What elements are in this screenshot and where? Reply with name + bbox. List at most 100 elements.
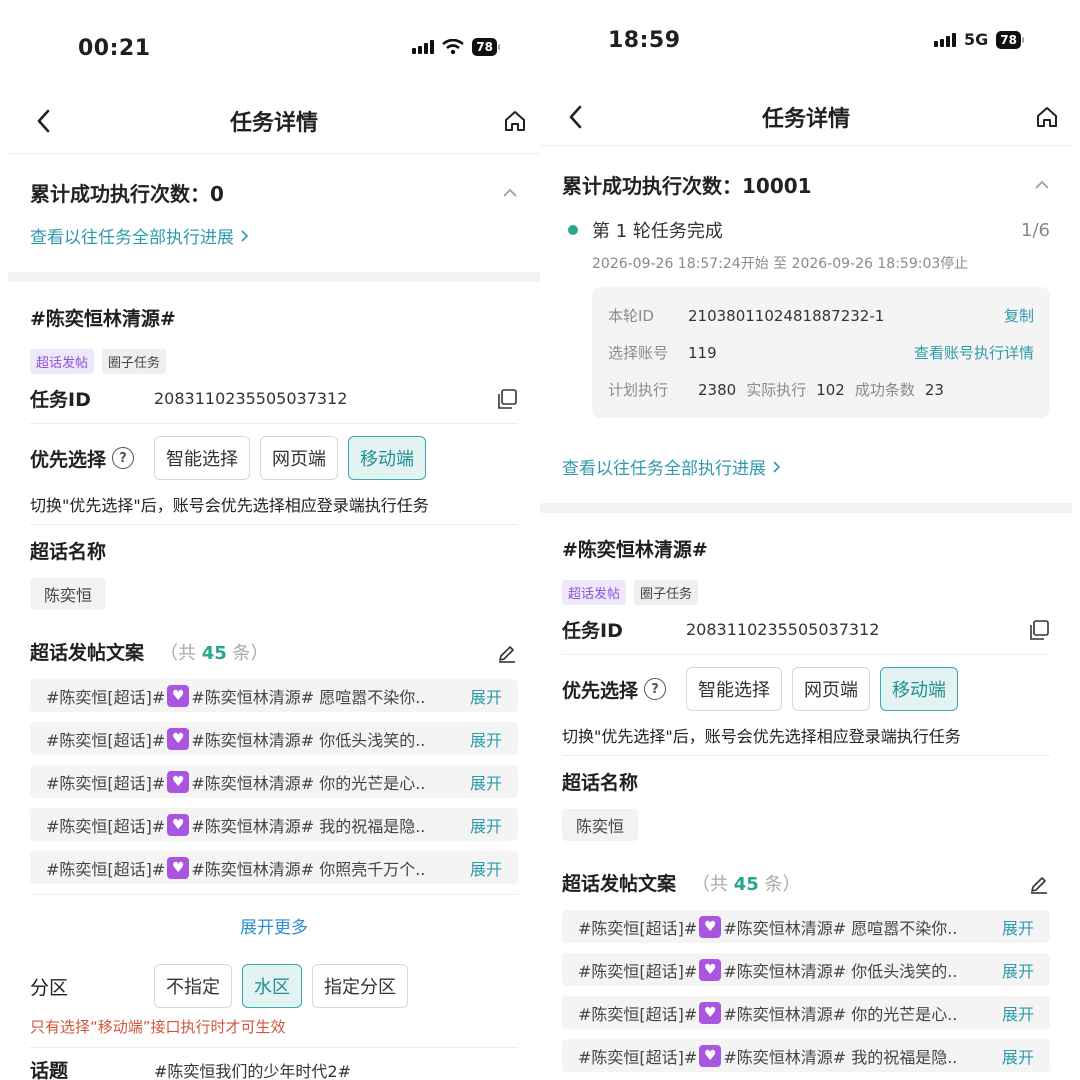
nav-bar: 任务详情	[540, 88, 1072, 146]
right-phone-screen: 18:59 5G 78 任务详情 累计成功执行次数：10001 第 1 轮任务完…	[540, 0, 1072, 1080]
status-right: 78	[412, 38, 500, 56]
account-count: 119	[688, 343, 717, 362]
post-text: #陈奕恒林清源# 你低头浅笑的..	[723, 961, 958, 981]
priority-label-text: 优先选择	[562, 679, 639, 702]
post-item: #陈奕恒[超话]# ♥ #陈奕恒林清源# 你低头浅笑的.. 展开	[562, 953, 1050, 986]
history-progress-link[interactable]: 查看以往任务全部执行进展	[562, 418, 1050, 503]
priority-option-mobile[interactable]: 移动端	[880, 667, 958, 711]
edit-icon[interactable]	[496, 641, 518, 663]
purple-heart-icon: ♥	[699, 1001, 722, 1024]
expand-more-button[interactable]: 展开更多	[30, 894, 518, 954]
post-item: #陈奕恒[超话]# ♥ #陈奕恒林清源# 你低头浅笑的.. 展开	[30, 722, 518, 755]
copy-round-id-button[interactable]: 复制	[1004, 305, 1034, 326]
post-item: #陈奕恒[超话]# ♥ #陈奕恒林清源# 你照亮千万个.. 展开	[30, 851, 518, 884]
copy-icon[interactable]	[1028, 619, 1050, 641]
purple-heart-icon: ♥	[167, 770, 190, 793]
history-progress-link[interactable]: 查看以往任务全部执行进展	[30, 207, 518, 272]
task-topic-title: #陈奕恒林清源#	[30, 308, 176, 330]
purple-heart-icon: ♥	[699, 1044, 722, 1067]
zone-option-none[interactable]: 不指定	[154, 964, 232, 1008]
tag-circle-task: 圈子任务	[102, 349, 167, 374]
question-icon[interactable]: ?	[112, 447, 135, 469]
question-icon[interactable]: ?	[644, 678, 667, 700]
priority-option-smart[interactable]: 智能选择	[686, 667, 782, 711]
edit-icon[interactable]	[1028, 872, 1050, 894]
section-divider	[8, 272, 540, 282]
expand-button[interactable]: 展开	[470, 813, 502, 837]
expand-button[interactable]: 展开	[470, 684, 502, 708]
back-icon[interactable]	[564, 102, 588, 132]
task-detail-card: #陈奕恒林清源# 超话发帖 圈子任务 任务ID 2083110235505037…	[8, 282, 540, 1080]
copy-icon[interactable]	[496, 388, 518, 410]
status-time: 18:59	[608, 28, 681, 53]
post-item: #陈奕恒[超话]# ♥ #陈奕恒林清源# 我的祝福是隐.. 展开	[30, 808, 518, 841]
round-header: 第 1 轮任务完成 1/6	[562, 217, 1050, 243]
post-copy-label: 超话发帖文案	[562, 873, 677, 895]
priority-option-web[interactable]: 网页端	[260, 436, 338, 480]
exec-count-row[interactable]: 累计成功执行次数：0	[30, 154, 518, 207]
purple-heart-icon: ♥	[167, 856, 190, 879]
priority-option-smart[interactable]: 智能选择	[154, 436, 250, 480]
priority-option-mobile[interactable]: 移动端	[348, 436, 426, 480]
chevron-up-icon[interactable]	[502, 188, 518, 198]
priority-row: 优先选择? 智能选择 网页端 移动端	[30, 424, 518, 482]
account-label: 选择账号	[608, 344, 669, 362]
wifi-icon	[442, 39, 465, 55]
post-prefix: #陈奕恒[超话]#	[578, 1047, 698, 1067]
home-icon[interactable]	[502, 108, 528, 134]
chevron-right-icon	[241, 229, 249, 242]
status-right: 5G 78	[934, 30, 1024, 49]
expand-button[interactable]: 展开	[1002, 958, 1034, 982]
round-fraction: 1/6	[1021, 219, 1050, 241]
exec-count-row[interactable]: 累计成功执行次数：10001	[562, 146, 1050, 199]
post-text: #陈奕恒林清源# 你的光芒是心..	[191, 773, 426, 793]
post-copy-count-suffix: 条）	[764, 873, 801, 895]
expand-button[interactable]: 展开	[470, 770, 502, 794]
topic-label: 话题	[30, 1060, 69, 1080]
history-progress-label: 查看以往任务全部执行进展	[562, 459, 766, 479]
zone-option-specific[interactable]: 指定分区	[312, 964, 408, 1008]
back-icon[interactable]	[32, 106, 56, 136]
post-prefix: #陈奕恒[超话]#	[46, 859, 166, 879]
post-copy-count: （共 45 条）	[692, 870, 801, 896]
zone-option-water[interactable]: 水区	[242, 964, 302, 1008]
post-item: #陈奕恒[超话]# ♥ #陈奕恒林清源# 愿喧嚣不染你.. 展开	[30, 679, 518, 712]
chevron-up-icon[interactable]	[1034, 180, 1050, 190]
task-tags: 超话发帖 圈子任务	[30, 349, 518, 374]
priority-option-web[interactable]: 网页端	[792, 667, 870, 711]
task-detail-card: #陈奕恒林清源# 超话发帖 圈子任务 任务ID 2083110235505037…	[540, 513, 1072, 1080]
account-detail-link[interactable]: 查看账号执行详情	[914, 342, 1034, 363]
post-list: #陈奕恒[超话]# ♥ #陈奕恒林清源# 愿喧嚣不染你.. 展开 #陈奕恒[超话]# ♥…	[562, 910, 1050, 1072]
post-text: #陈奕恒林清源# 愿喧嚣不染你..	[191, 687, 426, 707]
post-text: #陈奕恒林清源# 你的光芒是心..	[723, 1004, 958, 1024]
task-id-value: 2083110235505037312	[686, 620, 880, 639]
topic-row: 话题 #陈奕恒我们的少年时代2#	[30, 1048, 518, 1080]
task-id-label: 任务ID	[30, 389, 91, 411]
supertopic-name-label: 超话名称	[562, 772, 639, 794]
expand-button[interactable]: 展开	[470, 727, 502, 751]
priority-hint: 切换"优先选择"后，账号会优先选择相应登录端执行任务	[30, 482, 518, 525]
post-item: #陈奕恒[超话]# ♥ #陈奕恒林清源# 我的祝福是隐.. 展开	[562, 1039, 1050, 1072]
signal-icon	[412, 40, 435, 54]
home-icon[interactable]	[1034, 104, 1060, 130]
round-id-label: 本轮ID	[608, 307, 654, 325]
battery-level: 78	[472, 38, 497, 56]
chevron-right-icon	[773, 460, 781, 473]
expand-button[interactable]: 展开	[1002, 1044, 1034, 1068]
history-progress-label: 查看以往任务全部执行进展	[30, 228, 234, 248]
priority-label: 优先选择?	[30, 445, 154, 472]
expand-button[interactable]: 展开	[1002, 1001, 1034, 1025]
status-dot	[568, 225, 578, 235]
purple-heart-icon: ♥	[167, 684, 190, 707]
task-id-label: 任务ID	[562, 620, 623, 642]
network-type: 5G	[964, 30, 989, 49]
left-phone-screen: 00:21 78 任务详情 累计成功执行次数：0 查看以往任务全部执行进展 #陈…	[8, 0, 540, 1080]
post-prefix: #陈奕恒[超话]#	[46, 687, 166, 707]
supertopic-name-chip: 陈奕恒	[30, 578, 107, 610]
actual-label: 实际执行	[746, 381, 807, 399]
post-item: #陈奕恒[超话]# ♥ #陈奕恒林清源# 愿喧嚣不染你.. 展开	[562, 910, 1050, 943]
expand-button[interactable]: 展开	[1002, 915, 1034, 939]
actual-value: 102	[816, 380, 845, 399]
tag-supertopic-post: 超话发帖	[562, 580, 627, 605]
expand-button[interactable]: 展开	[470, 856, 502, 880]
